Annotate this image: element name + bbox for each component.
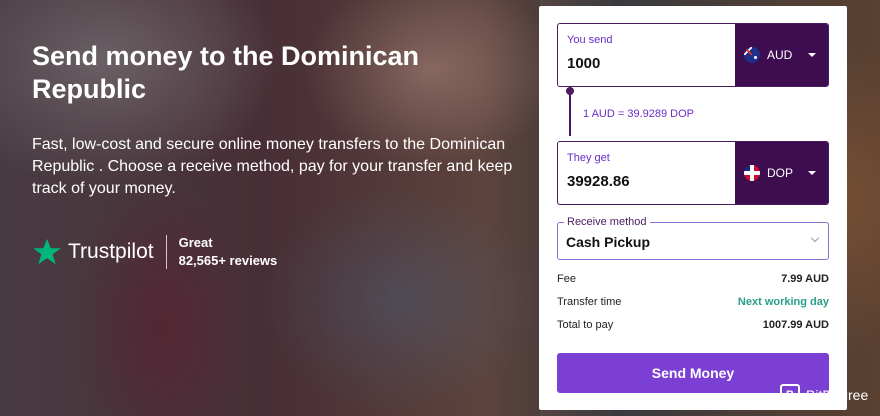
transfer-form-panel: You send 1000 AUD 1 AUD = 39.9289 DOP Th… — [539, 6, 847, 410]
summary-row-fee: Fee 7.99 AUD — [557, 273, 829, 285]
hero-description: Fast, low-cost and secure online money t… — [32, 136, 513, 197]
trustpilot-wordmark: Trustpilot — [68, 240, 154, 263]
summary-label: Fee — [557, 273, 576, 285]
summary-value: 7.99 AUD — [781, 273, 829, 285]
trustpilot-badge[interactable]: Trustpilot Great 82,565+ reviews — [32, 234, 277, 270]
summary-value: 1007.99 AUD — [762, 319, 829, 331]
send-amount-label: You send — [567, 34, 613, 46]
dominican-republic-flag-icon — [744, 165, 760, 181]
send-amount-field[interactable]: You send 1000 AUD — [557, 23, 829, 87]
summary-label: Transfer time — [557, 296, 622, 308]
chevron-down-icon — [810, 233, 820, 243]
trustpilot-rating: Great 82,565+ reviews — [179, 234, 278, 270]
trustpilot-logo: Trustpilot — [32, 237, 154, 267]
receive-amount-value[interactable]: 39928.86 — [567, 173, 630, 190]
summary-row-total: Total to pay 1007.99 AUD — [557, 319, 829, 331]
chevron-down-icon — [808, 171, 816, 175]
page-title: Send money to the Dominican Republic — [32, 41, 420, 104]
trustpilot-star-icon — [33, 238, 61, 265]
send-currency-selector[interactable]: AUD — [735, 24, 828, 86]
rate-connector-dot — [566, 87, 574, 95]
trustpilot-rating-label: Great — [178, 235, 213, 250]
summary-value: Next working day — [737, 296, 829, 308]
receive-method-value: Cash Pickup — [566, 234, 651, 250]
summary-row-transfer-time: Transfer time Next working day — [557, 296, 829, 308]
exchange-rate: 1 AUD = 39.9289 DOP — [583, 108, 694, 120]
send-amount-value[interactable]: 1000 — [567, 55, 600, 72]
receive-currency-code: DOP — [767, 166, 794, 180]
bitdegree-watermark: B BitDegree — [780, 384, 868, 406]
trustpilot-review-count: 82,565+ reviews — [178, 253, 278, 268]
receive-currency-selector[interactable]: DOP — [735, 142, 828, 204]
australia-flag-icon — [744, 47, 760, 63]
bitdegree-wordmark: BitDegree — [806, 387, 869, 403]
chevron-down-icon — [808, 53, 816, 57]
receive-method-select[interactable]: Receive method Cash Pickup — [557, 216, 829, 260]
receive-amount-label: They get — [567, 152, 610, 164]
send-currency-code: AUD — [767, 48, 793, 62]
bitdegree-logo-icon: B — [780, 384, 800, 406]
receive-amount-field[interactable]: They get 39928.86 DOP — [557, 141, 829, 205]
receive-method-legend: Receive method — [564, 216, 650, 228]
trustpilot-divider — [165, 235, 167, 269]
summary-label: Total to pay — [557, 319, 614, 331]
